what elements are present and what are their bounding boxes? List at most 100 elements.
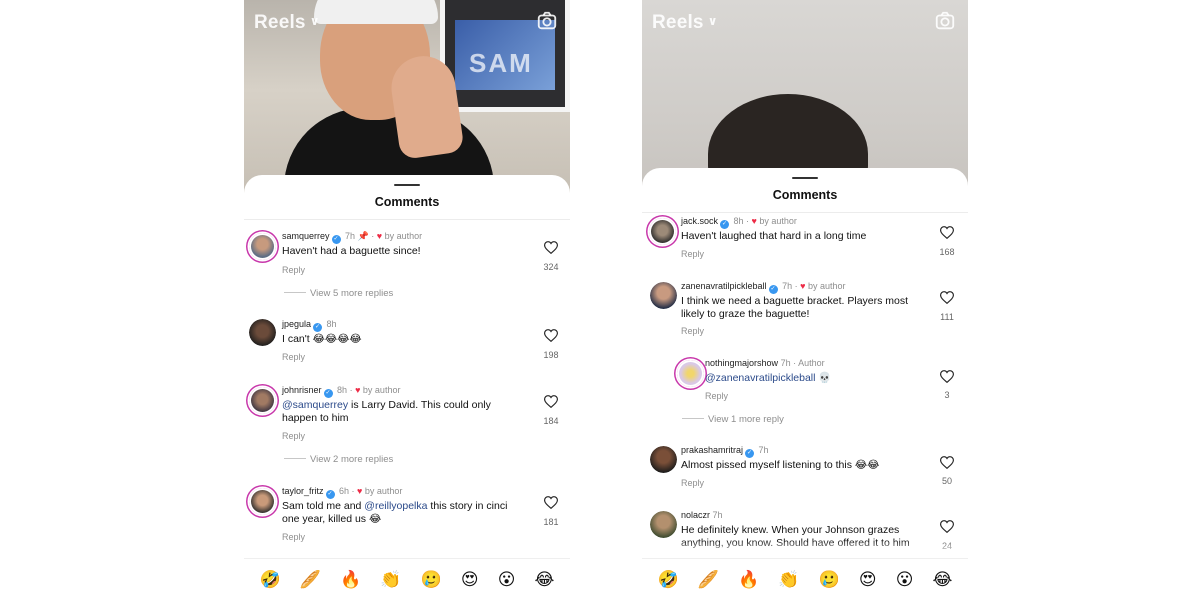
comment-text: @zanenavratilpickleball 💀 [705, 372, 832, 384]
emoji-baguette-button[interactable]: 🥖 [698, 570, 719, 590]
emoji-surprised-button[interactable]: 😮 [896, 570, 914, 590]
avatar[interactable] [649, 218, 676, 245]
drag-handle[interactable] [792, 177, 818, 179]
username[interactable]: jpegula [282, 319, 311, 329]
divider [642, 212, 968, 213]
comment-text: Almost pissed myself listening to this 😂… [681, 459, 880, 471]
emoji-fire-button[interactable]: 🔥 [738, 570, 759, 590]
drag-handle[interactable] [394, 184, 420, 186]
emoji-clap-button[interactable]: 👏 [778, 570, 799, 590]
scroll-fade [244, 540, 570, 558]
verified-icon: ✓ [313, 323, 323, 332]
emoji-rofl-button[interactable]: 🤣 [260, 570, 281, 590]
avatar[interactable] [249, 233, 276, 260]
like-count: 168 [939, 247, 955, 257]
heart-outline-icon[interactable] [544, 241, 558, 254]
like-count: 111 [940, 312, 954, 322]
username[interactable]: zanenavratilpickleball [681, 281, 767, 291]
reply-button[interactable]: Reply [681, 249, 704, 259]
comment-meta: jpegula ✓ 8h [282, 319, 337, 332]
heart-outline-icon[interactable] [940, 370, 954, 383]
avatar[interactable] [249, 488, 276, 515]
reply-button[interactable]: Reply [681, 326, 704, 336]
reels-title[interactable]: Reels ∨ [254, 12, 320, 34]
camera-icon[interactable] [934, 10, 956, 32]
avatar[interactable] [650, 282, 677, 309]
view-more-replies[interactable]: View 5 more replies [284, 288, 393, 299]
username[interactable]: taylor_fritz [282, 486, 324, 496]
reply-button[interactable]: Reply [282, 352, 305, 362]
username[interactable]: nothingmajorshow [705, 358, 778, 368]
chevron-down-icon: ∨ [707, 14, 718, 28]
comments-sheet: Comments jack.sock ✓ 8h · ♥ by author Hav… [642, 168, 968, 600]
avatar[interactable] [249, 319, 276, 346]
reply-button[interactable]: Reply [705, 391, 728, 401]
emoji-surprised-button[interactable]: 😮 [498, 570, 516, 590]
reels-title[interactable]: Reels ∨ [652, 12, 718, 34]
author-heart-icon: ♥ [355, 385, 361, 395]
person-cap [314, 0, 438, 24]
heart-outline-icon[interactable] [940, 456, 954, 469]
heart-outline-icon[interactable] [940, 520, 954, 533]
avatar[interactable] [677, 360, 704, 387]
comment-text: Haven't laughed that hard in a long time [681, 230, 867, 242]
avatar[interactable] [650, 511, 677, 538]
username[interactable]: nolaczr [681, 510, 710, 520]
comment-meta: johnrisner ✓ 8h · ♥ by author [282, 385, 401, 398]
comment-meta: samquerrey ✓ 7h 📌 · ♥ by author [282, 231, 423, 244]
like-count: 198 [543, 350, 559, 360]
comment-text: @samquerrey is Larry David. This could o… [282, 399, 491, 424]
emoji-baguette-button[interactable]: 🥖 [300, 570, 321, 590]
mention-link[interactable]: @reillyopelka [364, 500, 427, 512]
view-more-replies[interactable]: View 1 more reply [682, 414, 784, 425]
view-more-replies[interactable]: View 2 more replies [284, 454, 393, 465]
heart-outline-icon[interactable] [544, 496, 558, 509]
emoji-clap-button[interactable]: 👏 [380, 570, 401, 590]
verified-icon: ✓ [768, 285, 778, 294]
reels-screen-right: Reels ∨ Comments jack.sock ✓ 8h · ♥ by aut… [642, 0, 968, 600]
emoji-fire-button[interactable]: 🔥 [340, 570, 361, 590]
heart-outline-icon[interactable] [544, 395, 558, 408]
comment-text: Sam told me and @reillyopelka this story… [282, 500, 508, 525]
emoji-reaction-bar: 🤣 🥖 🔥 👏 🥲 😍 😮 😂 [244, 558, 570, 600]
reply-button[interactable]: Reply [282, 431, 305, 441]
verified-icon: ✓ [331, 235, 341, 244]
emoji-joy-button[interactable]: 😂 [933, 570, 953, 590]
like-count: 324 [543, 262, 559, 272]
author-heart-icon: ♥ [376, 231, 383, 241]
author-heart-icon: ♥ [800, 281, 806, 291]
author-heart-icon: ♥ [357, 486, 363, 496]
heart-outline-icon[interactable] [940, 226, 954, 239]
like-count: 181 [543, 517, 559, 527]
mention-link[interactable]: @samquerrey [282, 399, 348, 411]
emoji-reaction-bar: 🤣 🥖 🔥 👏 🥲 😍 😮 😂 [642, 558, 968, 600]
username[interactable]: samquerrey [282, 231, 330, 241]
emoji-rofl-button[interactable]: 🤣 [658, 570, 679, 590]
emoji-heart-eyes-button[interactable]: 😍 [859, 570, 877, 590]
comment-meta: taylor_fritz ✓ 6h · ♥ by author [282, 486, 403, 499]
reply-button[interactable]: Reply [681, 478, 704, 488]
camera-icon[interactable] [536, 10, 558, 32]
verified-icon: ✓ [325, 490, 335, 499]
emoji-tear-smile-button[interactable]: 🥲 [421, 570, 442, 590]
heart-outline-icon[interactable] [940, 291, 954, 304]
avatar[interactable] [249, 387, 276, 414]
reel-video[interactable]: SAM Reels ∨ [244, 0, 570, 200]
avatar[interactable] [650, 446, 677, 473]
author-heart-icon: ♥ [751, 216, 757, 226]
comments-title: Comments [374, 195, 440, 209]
emoji-joy-button[interactable]: 😂 [535, 570, 555, 590]
scroll-fade [642, 540, 968, 558]
username[interactable]: prakashamritraj [681, 445, 743, 455]
heart-outline-icon[interactable] [544, 329, 558, 342]
reels-screen-left: SAM Reels ∨ Comments samquerrey ✓ 7h 📌 · ♥… [244, 0, 570, 600]
reply-button[interactable]: Reply [282, 265, 305, 275]
like-count: 50 [941, 476, 952, 486]
username[interactable]: jack.sock [681, 216, 718, 226]
emoji-heart-eyes-button[interactable]: 😍 [461, 570, 479, 590]
verified-icon: ✓ [720, 220, 730, 229]
emoji-tear-smile-button[interactable]: 🥲 [819, 570, 840, 590]
username[interactable]: johnrisner [282, 385, 322, 395]
mention-link[interactable]: @zanenavratilpickleball [705, 372, 815, 384]
comment-meta: jack.sock ✓ 8h · ♥ by author [681, 216, 797, 229]
